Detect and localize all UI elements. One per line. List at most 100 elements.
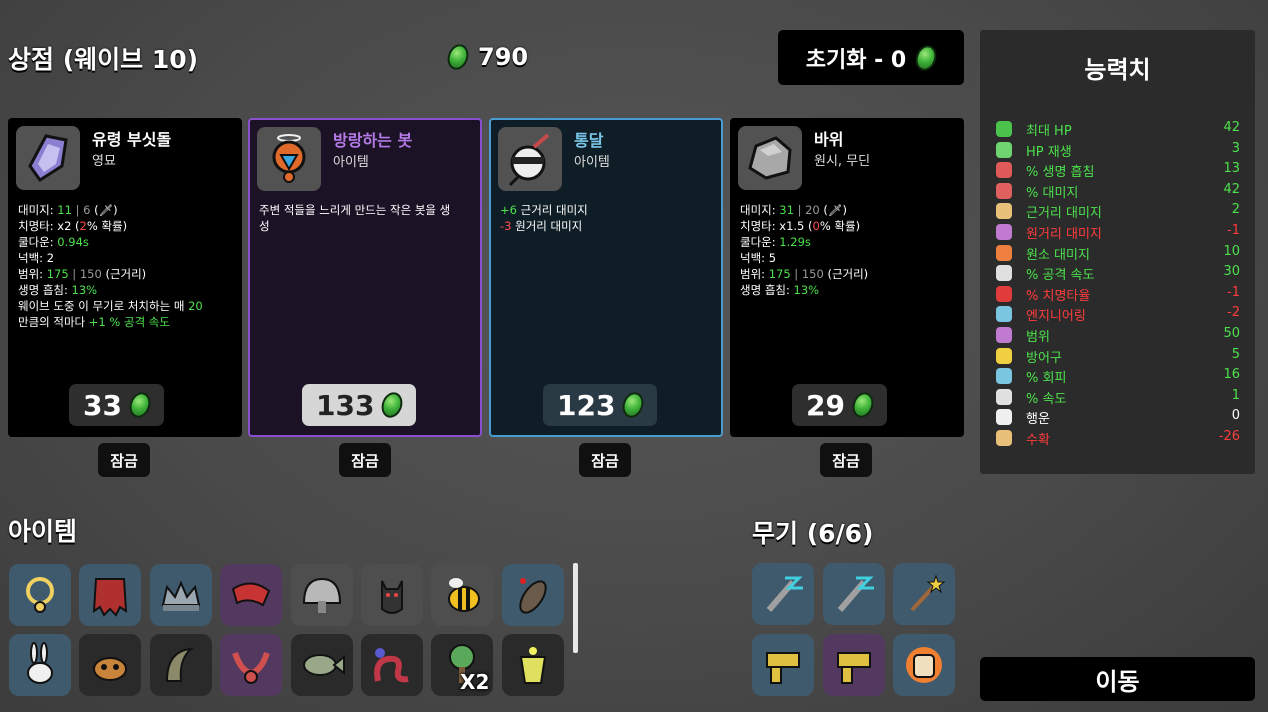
buy-button[interactable]: 133 xyxy=(302,384,417,426)
stat-line: 범위: 175 | 150 (근거리) xyxy=(18,267,147,281)
price-value: 29 xyxy=(806,388,845,422)
stat-value: 2 xyxy=(1231,202,1240,218)
card-stats: 주변 적들을 느리게 만드는 작은 봇을 생성 xyxy=(259,202,475,234)
item-slot[interactable] xyxy=(290,564,353,626)
item-slot[interactable] xyxy=(79,564,142,626)
hide-icon xyxy=(93,578,128,617)
wand-icon xyxy=(910,574,946,612)
item-slot[interactable] xyxy=(149,564,212,626)
item-slot[interactable] xyxy=(9,634,71,696)
crit-icon xyxy=(996,285,1012,302)
item-slot[interactable]: X2 xyxy=(431,634,494,696)
stat-value: 30 xyxy=(1223,264,1240,280)
lock-button[interactable]: 잠금 xyxy=(339,443,391,477)
material-icon xyxy=(849,389,877,421)
lock-button[interactable]: 잠금 xyxy=(820,443,872,477)
stat-name: 근거리 대미지 xyxy=(1026,206,1102,222)
stat-value: 42 xyxy=(1223,181,1240,197)
stat-row: 방어구 5 xyxy=(996,346,1240,366)
stat-name: % 대미지 xyxy=(1026,185,1079,201)
materials-value: 790 xyxy=(478,43,529,71)
reroll-button[interactable]: 초기화 - 0 xyxy=(778,30,964,85)
card-name: 유령 부싯돌 xyxy=(92,130,172,149)
stat-line: +6 근거리 대미지 xyxy=(500,203,588,217)
weapon-slot[interactable] xyxy=(822,634,885,696)
stat-value: 13 xyxy=(1223,161,1240,177)
item-slot[interactable] xyxy=(431,564,494,626)
material-icon xyxy=(619,389,648,421)
melee-icon xyxy=(996,203,1012,220)
stat-line: 치명타: x1.5 (0% 확률) xyxy=(740,219,861,233)
buy-button[interactable]: 29 xyxy=(792,384,887,426)
material-icon xyxy=(444,41,472,73)
fish-icon xyxy=(302,654,345,676)
helmet-icon xyxy=(302,577,341,613)
weapon-slot[interactable] xyxy=(752,634,814,696)
crown-icon xyxy=(161,580,201,611)
item-slot[interactable] xyxy=(9,564,71,626)
lock-button[interactable]: 잠금 xyxy=(98,443,150,477)
item-slot[interactable] xyxy=(501,564,564,626)
stat-row: % 회피 16 xyxy=(996,366,1240,386)
bandana-icon xyxy=(232,582,271,607)
shop-card[interactable]: 통달 아이템 +6 근거리 대미지 -3 원거리 대미지 123 xyxy=(489,118,723,437)
item-slot[interactable] xyxy=(149,634,212,696)
stat-value: 0 xyxy=(1231,408,1240,424)
stat-line: 넉백: 2 xyxy=(18,251,55,265)
mastery-icon xyxy=(498,127,562,191)
stat-value: 10 xyxy=(1223,243,1240,259)
item-slot[interactable] xyxy=(290,634,353,696)
bucket-icon xyxy=(519,647,546,684)
stat-line: 넉백: 5 xyxy=(740,251,777,265)
claws-icon xyxy=(232,652,271,684)
ranged-icon xyxy=(996,224,1012,240)
weapon-slot[interactable] xyxy=(752,563,814,625)
item-slot[interactable] xyxy=(501,634,564,696)
weapon-slot[interactable] xyxy=(893,563,955,625)
stat-line: 웨이브 도중 이 무기로 처치하는 매 20 xyxy=(18,299,203,313)
buy-button[interactable]: 123 xyxy=(543,384,658,426)
item-slot[interactable] xyxy=(220,564,283,626)
heart-icon xyxy=(996,121,1012,137)
shop-card[interactable]: 방랑하는 봇 아이템 주변 적들을 느리게 만드는 작은 봇을 생성 133 xyxy=(248,118,482,437)
lock-button[interactable]: 잠금 xyxy=(579,443,631,477)
go-button[interactable]: 이동 xyxy=(980,657,1255,701)
items-scrollbar[interactable] xyxy=(573,563,578,653)
material-icon xyxy=(912,41,941,74)
item-slot[interactable] xyxy=(79,634,142,696)
materials-counter: 790 xyxy=(444,41,529,73)
items-title: 아이템 xyxy=(8,517,78,546)
fist-icon xyxy=(906,647,942,683)
stat-value: -2 xyxy=(1227,305,1240,321)
shop-card[interactable]: 유령 부싯돌 영묘 대미지: 11 | 6 (🗡) 치명타: x2 (2% 확률)… xyxy=(8,118,242,437)
buy-button[interactable]: 33 xyxy=(69,384,164,426)
price-value: 33 xyxy=(83,388,122,422)
stat-line: 대미지: 31 | 20 (🗡) xyxy=(740,203,847,217)
stat-line: 범위: 175 | 150 (근거리) xyxy=(740,267,869,281)
item-slot[interactable] xyxy=(361,634,423,696)
shop-card[interactable]: 바위 원시, 무딘 대미지: 31 | 20 (🗡) 치명타: x1.5 (0% … xyxy=(730,118,964,437)
stat-row: 근거리 대미지 2 xyxy=(996,201,1240,221)
card-type: 영묘 xyxy=(92,154,116,169)
stat-name: % 속도 xyxy=(1026,391,1067,407)
stat-line: 성 xyxy=(259,219,270,233)
rabbit-icon xyxy=(27,642,53,684)
range-icon xyxy=(996,327,1012,343)
weapon-slot[interactable] xyxy=(822,563,885,625)
weapons-title: 무기 (6/6) xyxy=(752,519,874,548)
weapon-slot[interactable] xyxy=(893,634,955,696)
wandering-bot-icon xyxy=(257,127,321,191)
cocoon-icon xyxy=(519,578,547,614)
item-slot[interactable] xyxy=(220,634,283,696)
item-slot[interactable] xyxy=(361,564,423,626)
price-value: 123 xyxy=(557,388,616,422)
dog-icon xyxy=(93,657,128,681)
price-value: 133 xyxy=(316,388,375,422)
slingshot-icon xyxy=(836,652,871,684)
stat-line: -3 원거리 대미지 xyxy=(500,219,583,233)
stat-value: -1 xyxy=(1227,223,1240,238)
stat-row: % 치명타율 -1 xyxy=(996,284,1240,304)
speed-icon xyxy=(996,388,1012,405)
lightning-shiv-icon xyxy=(766,576,803,612)
slingshot-icon xyxy=(766,652,800,684)
